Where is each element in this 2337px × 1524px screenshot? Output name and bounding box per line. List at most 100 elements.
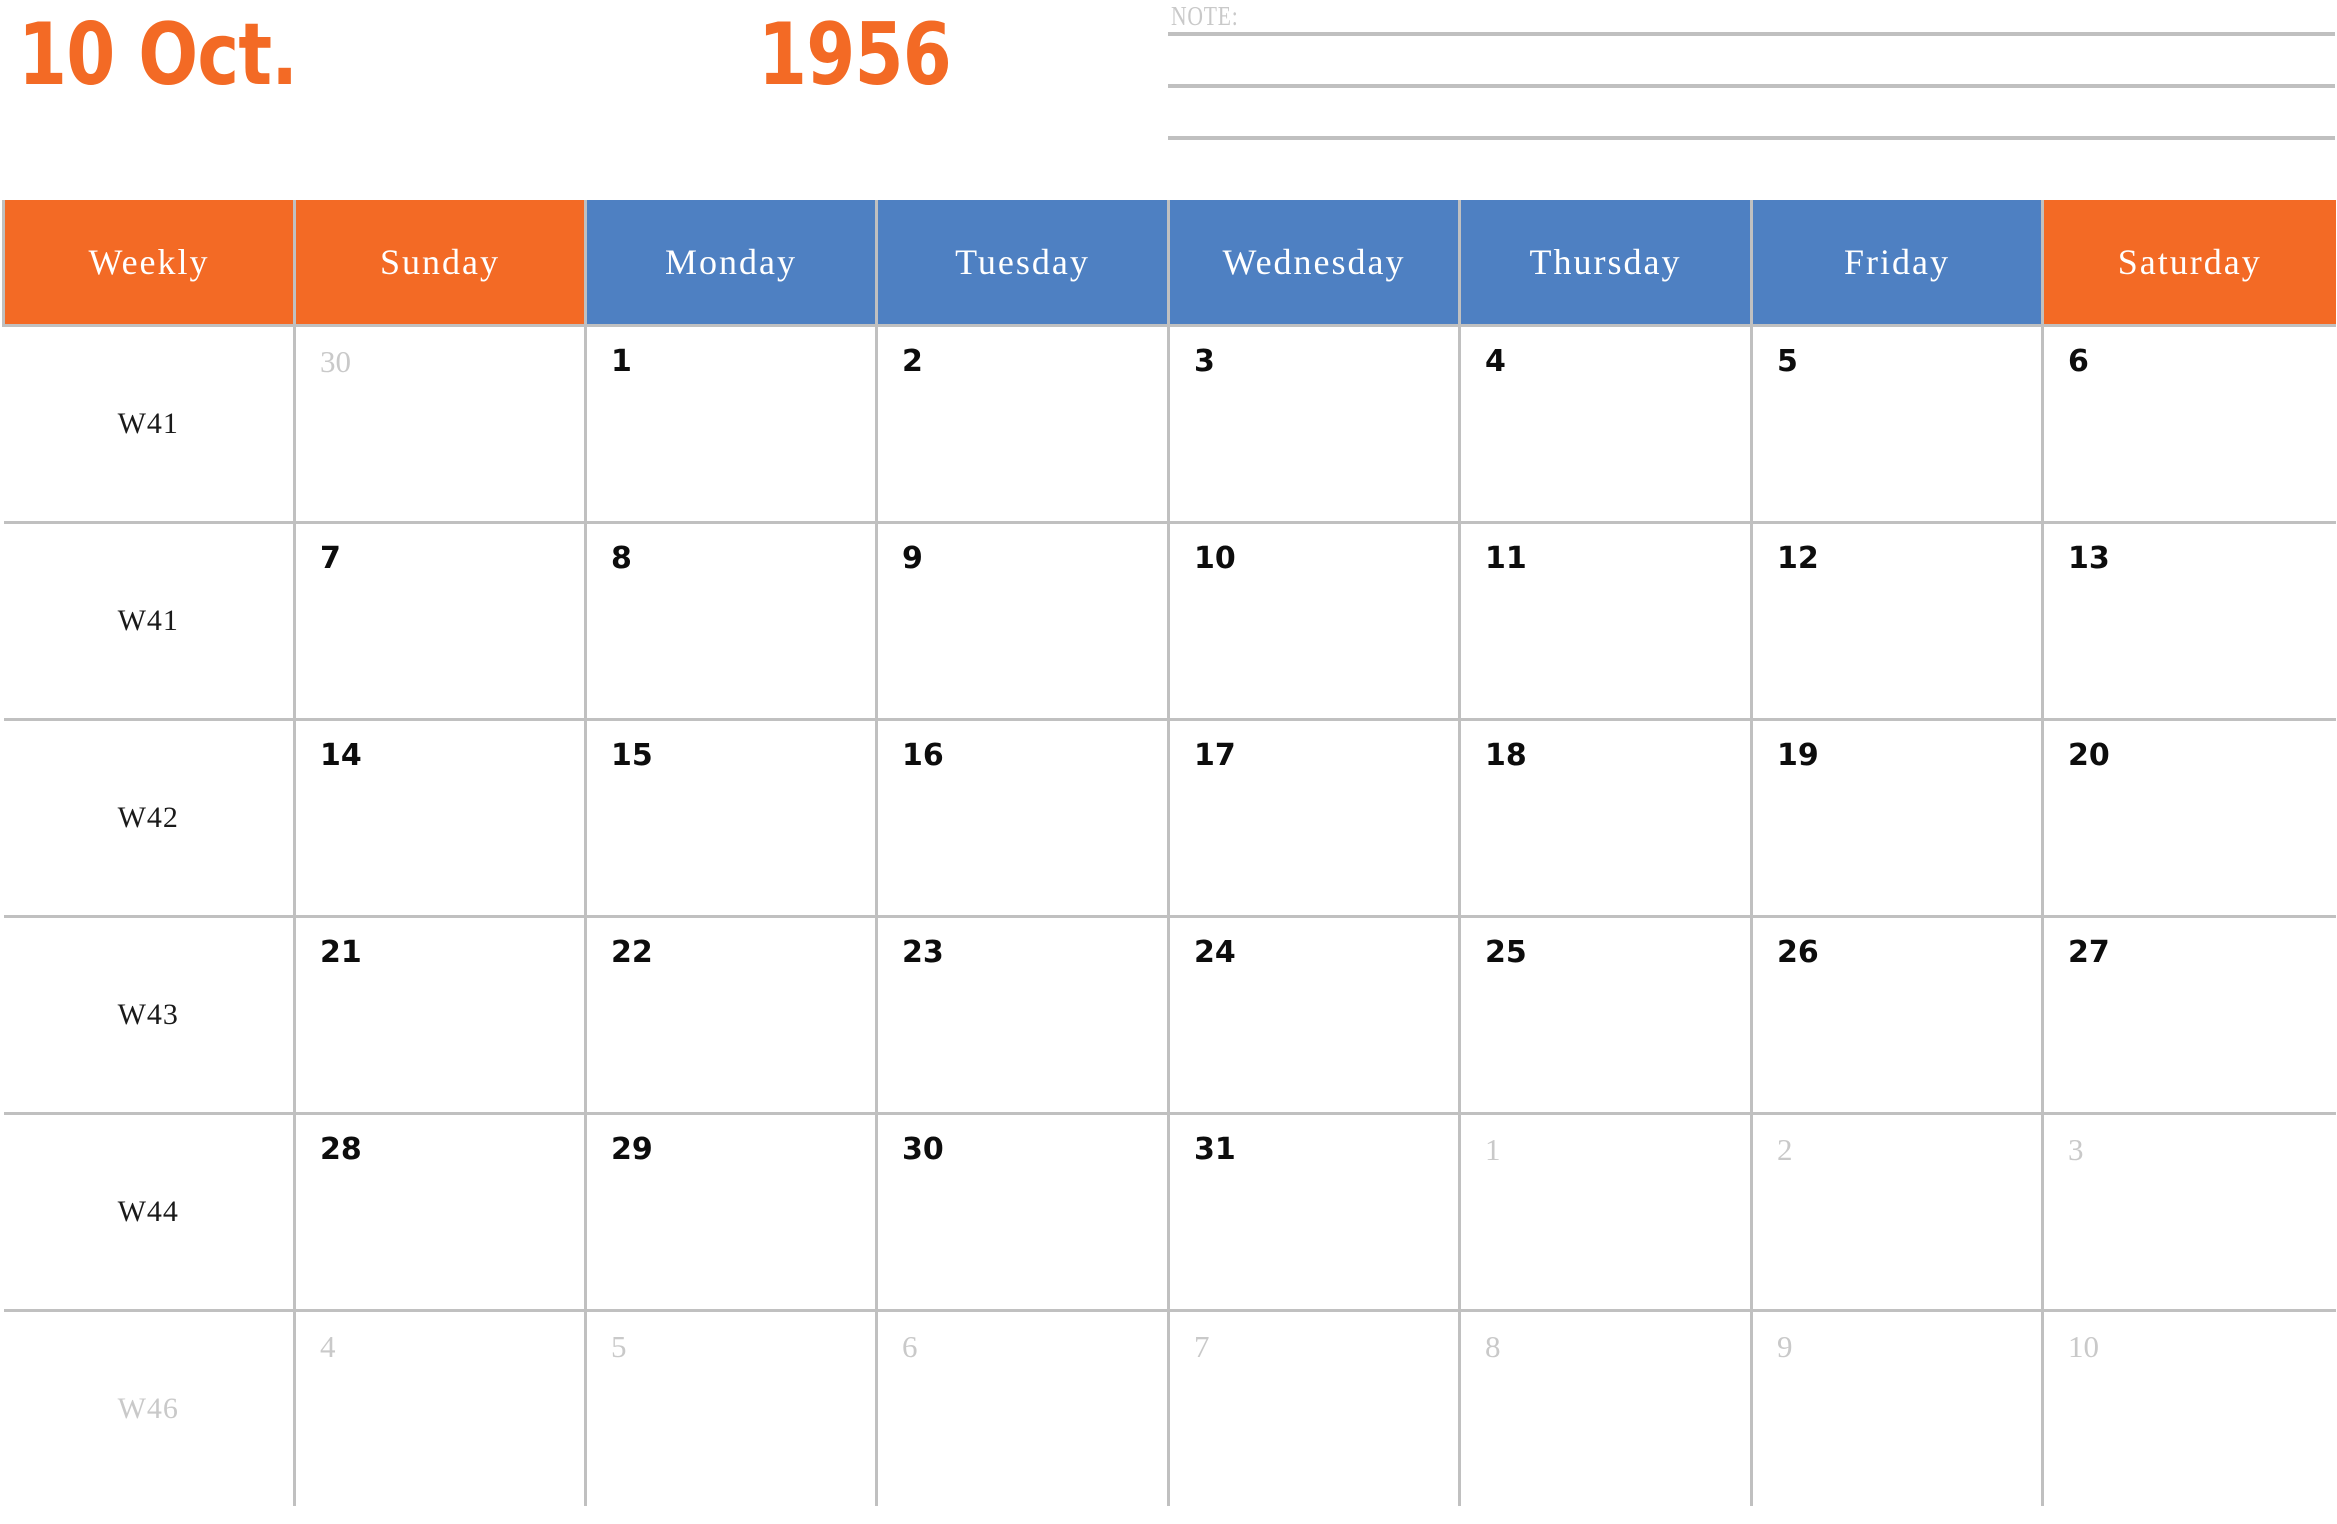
day-number: 10 xyxy=(2068,1329,2099,1364)
day-cell[interactable]: 6 xyxy=(875,1309,1170,1506)
day-cell[interactable]: 4 xyxy=(1458,324,1753,524)
day-cell[interactable]: 1 xyxy=(584,324,878,524)
calendar-week-row: W46 4 5 6 7 8 9 10 xyxy=(3,1309,2336,1506)
day-number: 9 xyxy=(902,541,923,576)
day-cell[interactable]: 5 xyxy=(1750,324,2044,524)
day-number: 5 xyxy=(1777,344,1798,379)
calendar-title: 10 Oct. 1956 xyxy=(18,5,1078,120)
day-cell[interactable]: 31 xyxy=(1167,1112,1461,1312)
day-cell[interactable]: 23 xyxy=(875,915,1170,1115)
day-cell[interactable]: 3 xyxy=(2041,1112,2336,1312)
day-number: 1 xyxy=(611,344,632,379)
day-number: 16 xyxy=(902,738,944,773)
week-number-cell: W42 xyxy=(3,718,296,918)
calendar-week-row: W41 30 1 2 3 4 5 6 xyxy=(3,324,2336,524)
day-cell[interactable]: 26 xyxy=(1750,915,2044,1115)
day-number: 3 xyxy=(2068,1132,2084,1167)
day-cell[interactable]: 1 xyxy=(1458,1112,1753,1312)
day-cell[interactable]: 19 xyxy=(1750,718,2044,918)
day-number: 24 xyxy=(1194,935,1236,970)
day-cell[interactable]: 8 xyxy=(584,521,878,721)
day-number: 29 xyxy=(611,1132,653,1167)
day-number: 5 xyxy=(611,1329,627,1364)
column-header-thursday[interactable]: Thursday xyxy=(1458,200,1753,327)
day-cell[interactable]: 2 xyxy=(1750,1112,2044,1312)
column-header-tuesday[interactable]: Tuesday xyxy=(875,200,1170,327)
week-number-cell: W41 xyxy=(3,324,296,524)
day-cell[interactable]: 9 xyxy=(875,521,1170,721)
day-number: 14 xyxy=(320,738,362,773)
day-number: 30 xyxy=(320,344,351,379)
note-line-3[interactable] xyxy=(1168,136,2335,140)
day-cell[interactable]: 30 xyxy=(293,324,587,524)
day-number: 31 xyxy=(1194,1132,1236,1167)
day-number: 18 xyxy=(1485,738,1527,773)
week-number-cell: W43 xyxy=(3,915,296,1115)
week-number-cell: W46 xyxy=(3,1309,296,1506)
note-block: NOTE: xyxy=(1168,0,2336,160)
column-header-sunday[interactable]: Sunday xyxy=(293,200,587,327)
calendar-header-row: Weekly Sunday Monday Tuesday Wednesday Thursd… xyxy=(2,200,2336,327)
day-cell[interactable]: 10 xyxy=(2041,1309,2336,1506)
day-cell[interactable]: 22 xyxy=(584,915,878,1115)
day-cell[interactable]: 18 xyxy=(1458,718,1753,918)
note-line-2[interactable] xyxy=(1168,84,2335,88)
day-number: 23 xyxy=(902,935,944,970)
week-number-cell: W44 xyxy=(3,1112,296,1312)
column-header-weekly[interactable]: Weekly xyxy=(2,200,296,327)
day-cell[interactable]: 3 xyxy=(1167,324,1461,524)
column-header-monday[interactable]: Monday xyxy=(584,200,878,327)
day-number: 26 xyxy=(1777,935,1819,970)
day-cell[interactable]: 4 xyxy=(293,1309,587,1506)
day-cell[interactable]: 9 xyxy=(1750,1309,2044,1506)
day-cell[interactable]: 5 xyxy=(584,1309,878,1506)
day-cell[interactable]: 25 xyxy=(1458,915,1753,1115)
page-header: 10 Oct. 1956 NOTE: xyxy=(0,0,2337,200)
day-cell[interactable]: 2 xyxy=(875,324,1170,524)
day-number: 30 xyxy=(902,1132,944,1167)
day-number: 10 xyxy=(1194,541,1236,576)
day-cell[interactable]: 29 xyxy=(584,1112,878,1312)
day-cell[interactable]: 16 xyxy=(875,718,1170,918)
day-number: 12 xyxy=(1777,541,1819,576)
day-number: 7 xyxy=(1194,1329,1210,1364)
calendar-week-row: W43 21 22 23 24 25 26 27 xyxy=(3,915,2336,1115)
day-number: 1 xyxy=(1485,1132,1501,1167)
day-number: 3 xyxy=(1194,344,1215,379)
day-number: 15 xyxy=(611,738,653,773)
day-number: 9 xyxy=(1777,1329,1793,1364)
column-header-saturday[interactable]: Saturday xyxy=(2041,200,2336,327)
note-label: NOTE: xyxy=(1171,1,1239,31)
day-cell[interactable]: 13 xyxy=(2041,521,2336,721)
day-number: 4 xyxy=(1485,344,1506,379)
day-cell[interactable]: 14 xyxy=(293,718,587,918)
day-cell[interactable]: 20 xyxy=(2041,718,2336,918)
day-number: 7 xyxy=(320,541,341,576)
calendar-body: W41 30 1 2 3 4 5 6 W41 7 8 9 10 11 12 13 W42 14 15 16 17 18 19… xyxy=(3,324,2336,1506)
note-line-1[interactable] xyxy=(1168,32,2335,36)
calendar-week-row: W42 14 15 16 17 18 19 20 xyxy=(3,718,2336,918)
day-cell[interactable]: 27 xyxy=(2041,915,2336,1115)
day-number: 28 xyxy=(320,1132,362,1167)
day-cell[interactable]: 11 xyxy=(1458,521,1753,721)
day-number: 11 xyxy=(1485,541,1527,576)
calendar-week-row: W41 7 8 9 10 11 12 13 xyxy=(3,521,2336,721)
day-number: 4 xyxy=(320,1329,336,1364)
day-cell[interactable]: 24 xyxy=(1167,915,1461,1115)
day-cell[interactable]: 8 xyxy=(1458,1309,1753,1506)
day-number: 20 xyxy=(2068,738,2110,773)
day-cell[interactable]: 6 xyxy=(2041,324,2336,524)
day-cell[interactable]: 17 xyxy=(1167,718,1461,918)
day-cell[interactable]: 10 xyxy=(1167,521,1461,721)
day-cell[interactable]: 7 xyxy=(293,521,587,721)
column-header-friday[interactable]: Friday xyxy=(1750,200,2044,327)
calendar-grid: Weekly Sunday Monday Tuesday Wednesday Thursd… xyxy=(2,200,2336,1506)
day-cell[interactable]: 30 xyxy=(875,1112,1170,1312)
day-cell[interactable]: 12 xyxy=(1750,521,2044,721)
day-cell[interactable]: 21 xyxy=(293,915,587,1115)
day-cell[interactable]: 7 xyxy=(1167,1309,1461,1506)
day-cell[interactable]: 15 xyxy=(584,718,878,918)
day-number: 25 xyxy=(1485,935,1527,970)
day-cell[interactable]: 28 xyxy=(293,1112,587,1312)
column-header-wednesday[interactable]: Wednesday xyxy=(1167,200,1461,327)
